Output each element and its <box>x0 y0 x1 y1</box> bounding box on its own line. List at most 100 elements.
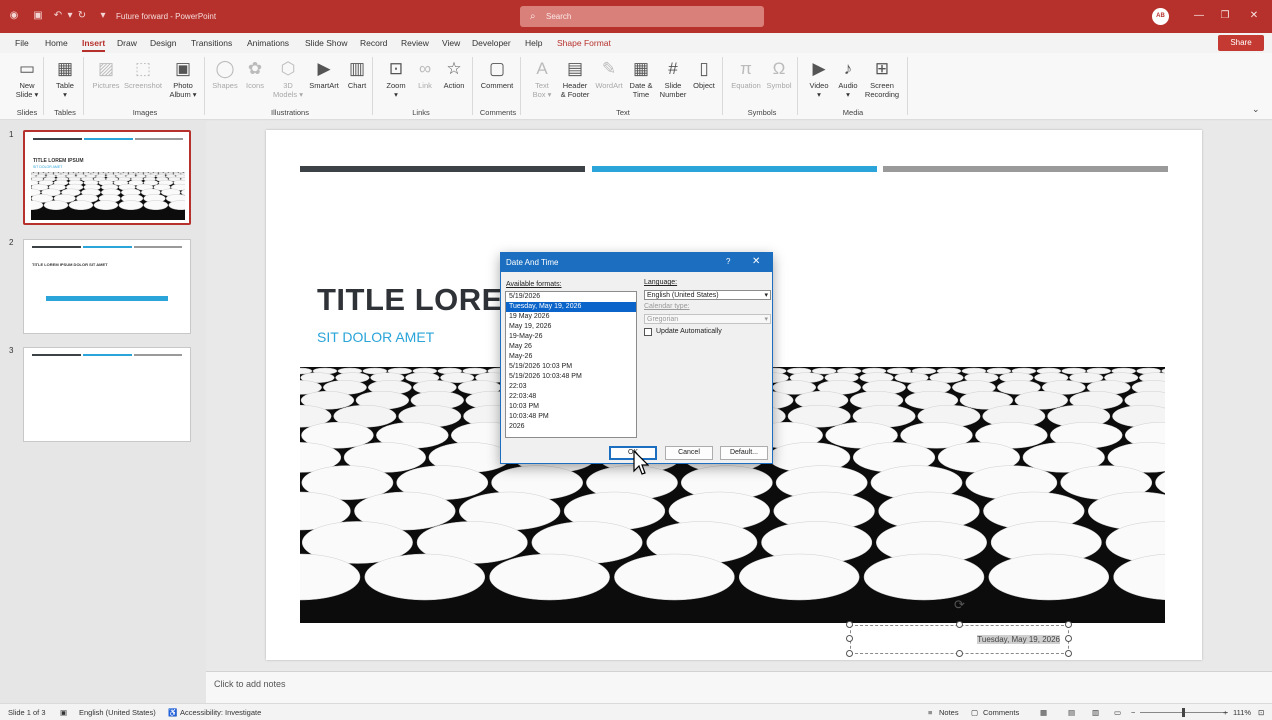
collapse-ribbon-icon[interactable]: ⌄ <box>1252 104 1260 115</box>
format-option[interactable]: May 26 <box>506 342 636 352</box>
format-option[interactable]: 2026 <box>506 422 636 432</box>
format-option[interactable]: 10:03:48 PM <box>506 412 636 422</box>
formats-list[interactable]: 5/19/2026 Tuesday, May 19, 2026 19 May 202… <box>505 291 637 438</box>
format-option[interactable]: 22:03 <box>506 382 636 392</box>
tab-developer[interactable]: Developer <box>472 38 511 48</box>
tab-home[interactable]: Home <box>45 38 68 48</box>
tab-draw[interactable]: Draw <box>117 38 137 48</box>
format-option[interactable]: May 19, 2026 <box>506 322 636 332</box>
slide-thumbnail-3[interactable] <box>23 347 191 442</box>
reading-view-icon[interactable]: ▥ <box>1092 708 1099 717</box>
format-option[interactable]: 19 May 2026 <box>506 312 636 322</box>
zoom-out-icon[interactable]: − <box>1131 708 1135 717</box>
format-option[interactable]: Tuesday, May 19, 2026 <box>506 302 636 312</box>
update-automatically-label[interactable]: Update Automatically <box>656 328 722 335</box>
format-option[interactable]: 22:03:48 <box>506 392 636 402</box>
ribbon-separator <box>472 57 473 115</box>
normal-view-icon[interactable]: ▦ <box>1040 708 1047 717</box>
3d-models-icon: ⬡ <box>280 59 296 78</box>
close-window-icon[interactable]: ✕ <box>1248 10 1260 21</box>
photo-album-button[interactable]: ▣ Photo Album ▾ <box>163 57 203 99</box>
cancel-button[interactable]: Cancel <box>665 446 713 460</box>
resize-handle[interactable] <box>956 621 963 628</box>
resize-handle[interactable] <box>1065 650 1072 657</box>
tab-transitions[interactable]: Transitions <box>191 38 232 48</box>
language-label: Language: <box>644 279 678 286</box>
notes-toggle[interactable]: Notes <box>939 708 959 717</box>
format-option[interactable]: 10:03 PM <box>506 402 636 412</box>
help-icon[interactable]: ? <box>726 257 730 266</box>
redo-icon[interactable]: ↻ <box>76 10 88 22</box>
group-label-symbols: Symbols <box>747 108 777 117</box>
ribbon-separator <box>43 57 44 115</box>
object-icon: ▯ <box>699 59 709 78</box>
zoom-in-icon[interactable]: + <box>1223 708 1227 717</box>
tab-insert[interactable]: Insert <box>82 38 106 52</box>
dialog-close-icon[interactable]: ✕ <box>752 256 760 267</box>
slide-sorter-icon[interactable]: ▤ <box>1068 708 1075 717</box>
format-option[interactable]: 19-May-26 <box>506 332 636 342</box>
slideshow-icon[interactable]: ▭ <box>1114 708 1121 717</box>
tab-view[interactable]: View <box>442 38 460 48</box>
chart-button[interactable]: ▥ Chart <box>337 57 377 90</box>
thumb-photo <box>31 172 185 220</box>
object-button[interactable]: ▯ Object <box>684 57 724 90</box>
zoom-slider-thumb[interactable] <box>1182 708 1185 717</box>
comment-button[interactable]: ▢ Comment <box>477 57 517 90</box>
ribbon-separator <box>204 57 205 115</box>
undo-dropdown-icon[interactable]: ▾ <box>64 10 76 22</box>
restore-icon[interactable]: ❐ <box>1219 10 1231 21</box>
language-select[interactable]: English (United States) <box>644 290 771 300</box>
tab-review[interactable]: Review <box>401 38 429 48</box>
format-option[interactable]: 5/19/2026 10:03 PM <box>506 362 636 372</box>
fit-slide-icon[interactable]: ⊡ <box>1258 708 1264 717</box>
language-status[interactable]: English (United States) <box>79 708 156 717</box>
update-automatically-checkbox[interactable] <box>644 328 652 336</box>
zoom-level[interactable]: 111% <box>1233 708 1251 717</box>
tab-animations[interactable]: Animations <box>247 38 289 48</box>
group-label-comments: Comments <box>479 108 517 117</box>
resize-handle[interactable] <box>846 650 853 657</box>
accessibility-status[interactable]: Accessibility: Investigate <box>180 708 261 717</box>
customize-quick-access-icon[interactable]: ▾ <box>97 10 109 22</box>
undo-icon[interactable]: ↶ <box>52 10 64 22</box>
3d-models-button: ⬡ 3D Models ▾ <box>268 57 308 99</box>
action-icon: ☆ <box>446 59 462 78</box>
resize-handle[interactable] <box>1065 621 1072 628</box>
new-slide-button[interactable]: ▭ New Slide ▾ <box>7 57 47 99</box>
format-option[interactable]: 5/19/2026 10:03:48 PM <box>506 372 636 382</box>
user-avatar[interactable]: AB <box>1152 8 1169 25</box>
resize-handle[interactable] <box>956 650 963 657</box>
tab-slide-show[interactable]: Slide Show <box>305 38 348 48</box>
table-button[interactable]: ▦ Table ▾ <box>45 57 85 99</box>
default-button[interactable]: Default... <box>720 446 768 460</box>
screen-recording-button[interactable]: ⊞ Screen Recording <box>862 57 902 99</box>
minimize-icon[interactable]: — <box>1193 10 1205 21</box>
slide-thumbnail-1[interactable]: TITLE LOREM IPSUM SIT DOLOR AMET <box>23 130 191 225</box>
share-button[interactable]: Share <box>1218 35 1264 51</box>
slide-subtitle[interactable]: SIT DOLOR AMET <box>317 329 434 345</box>
format-option[interactable]: 5/19/2026 <box>506 292 636 302</box>
slide-thumbnail-2[interactable]: TITLE LOREM IPSUM DOLOR SIT AMET <box>23 239 191 334</box>
save-icon[interactable]: ▣ <box>32 10 44 22</box>
group-label-tables: Tables <box>54 108 76 117</box>
slide-number-1: 1 <box>9 130 14 139</box>
resize-handle[interactable] <box>1065 635 1072 642</box>
tab-design[interactable]: Design <box>150 38 176 48</box>
tab-shape-format[interactable]: Shape Format <box>557 38 611 48</box>
group-label-slides: Slides <box>16 108 38 117</box>
format-option[interactable]: May-26 <box>506 352 636 362</box>
search-box[interactable]: ⌕ Search <box>520 6 764 27</box>
rotate-handle-icon[interactable]: ⟳ <box>954 597 965 613</box>
tab-file[interactable]: File <box>15 38 29 48</box>
resize-handle[interactable] <box>846 621 853 628</box>
comments-toggle[interactable]: Comments <box>983 708 1019 717</box>
resize-handle[interactable] <box>846 635 853 642</box>
tab-help[interactable]: Help <box>525 38 542 48</box>
action-button[interactable]: ☆ Action <box>434 57 474 90</box>
notes-pane[interactable]: Click to add notes <box>206 671 1272 703</box>
spelling-icon[interactable]: ▣ <box>60 708 67 717</box>
new-slide-icon: ▭ <box>18 59 36 78</box>
tab-record[interactable]: Record <box>360 38 387 48</box>
dialog-titlebar: Date And Time ? ✕ <box>501 253 772 272</box>
